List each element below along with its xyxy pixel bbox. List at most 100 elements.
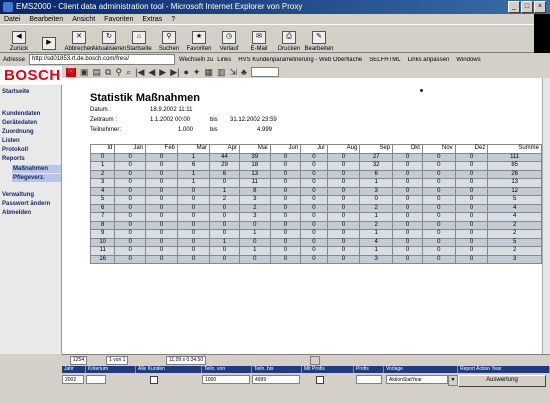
print-report-icon[interactable]: ▤ — [93, 67, 102, 78]
last-page-icon[interactable]: ▶| — [170, 67, 179, 78]
chevron-down-icon[interactable]: ▼ — [448, 375, 458, 386]
profis-input[interactable] — [356, 375, 382, 384]
sidebar-item-geraetedaten[interactable]: Geräte­daten — [2, 120, 37, 126]
table-cell: 0 — [209, 212, 240, 222]
print-button[interactable]: ⎙ Drucken — [274, 26, 304, 52]
sidebar-item-kundendaten[interactable]: Kundendaten — [2, 111, 40, 117]
table-cell: 0 — [145, 237, 179, 247]
table-cell: 0 — [421, 220, 456, 230]
table-cell: 0 — [300, 246, 328, 256]
page-field[interactable] — [250, 67, 279, 77]
home-icon: ⌂ — [132, 31, 146, 44]
filter-header-kriterium: Kriterium — [86, 366, 136, 373]
table-cell: 5 — [487, 195, 542, 205]
menu-item-help[interactable]: ? — [171, 16, 175, 23]
favorites-button[interactable]: ★ Favoriten — [184, 26, 214, 52]
mail-button[interactable]: ✉ E-Mail — [244, 26, 274, 52]
table-cell: 0 — [454, 229, 489, 239]
sidebar-item-abmelden[interactable]: Abmelden — [2, 210, 31, 216]
menu-item-extras[interactable]: Extras — [142, 16, 162, 23]
find-icon[interactable]: ⌕ — [126, 67, 131, 78]
edit-button[interactable]: ✎ Bearbeiten — [304, 26, 334, 52]
sidebar-item-passwort[interactable]: Passwort ändern — [2, 201, 50, 207]
table-cell: 6 — [209, 169, 240, 179]
table-cell: 0 — [454, 254, 489, 264]
table-cell: 0 — [421, 212, 456, 222]
kriterium-input[interactable] — [86, 375, 106, 384]
table-cell: 0 — [177, 254, 211, 264]
vertical-scrollbar[interactable] — [542, 78, 550, 354]
group-tree-icon[interactable]: ▥ — [217, 67, 226, 78]
copy-icon[interactable]: ⧉ — [105, 67, 111, 78]
table-cell: 0 — [392, 178, 423, 188]
menu-item-bearbeiten[interactable]: Bearbeiten — [29, 16, 63, 23]
go-button[interactable]: Wechseln zu — [179, 57, 213, 63]
home-button[interactable]: ⌂ Startseite — [124, 26, 154, 52]
next-page-icon[interactable]: ▶ — [159, 67, 166, 78]
alle-kunden-checkbox[interactable] — [150, 376, 158, 384]
sidebar-subitem-massnahmen[interactable]: Maßnahmen — [12, 165, 61, 173]
sidebar-item-listen[interactable]: Listen — [2, 138, 20, 144]
refresh-button[interactable]: ↻ Aktualisieren — [92, 26, 126, 52]
vorlage-select[interactable]: AktionStatYear — [386, 375, 448, 384]
table-cell: 0 — [145, 152, 179, 162]
table-body: 0 0 0 1 44 39 0 0 0 27 0 0 0 111 1 0 0 6 29 18 0 0 0 32 0 0 0 85 2 0 0… — [89, 152, 542, 264]
table-cell: 0 — [209, 220, 240, 230]
minimize-button[interactable]: _ — [508, 1, 520, 13]
back-button[interactable]: ◀ Zurück — [4, 26, 34, 52]
table-cell: 0 — [300, 152, 328, 162]
sidebar-item-zuordnung[interactable]: Zuordnung — [2, 129, 34, 135]
table-row: 80000000020002 — [89, 220, 542, 230]
sidebar-subitem-pflegeverz[interactable]: Pflegeverz. — [12, 174, 61, 182]
refresh-report-icon[interactable]: ✦ — [193, 67, 201, 78]
forward-button[interactable]: ▶ — [34, 26, 64, 52]
link-selfhtml[interactable]: SELFHTML — [369, 57, 400, 63]
first-page-icon[interactable]: |◀ — [135, 67, 144, 78]
sidebar-item-verwaltung[interactable]: Verwaltung — [2, 192, 34, 198]
menu-item-favoriten[interactable]: Favoriten — [104, 16, 133, 23]
table-cell: 1 — [177, 178, 211, 188]
search-text-icon[interactable]: ♣ — [241, 67, 247, 77]
table-cell: 0 — [421, 237, 456, 247]
sidebar-item-protokoll[interactable]: Protokoll — [2, 147, 28, 153]
close-button[interactable]: × — [534, 1, 546, 13]
stop-button[interactable]: ✕ Abbrechen — [64, 26, 94, 52]
history-button[interactable]: ◷ Verlauf — [214, 26, 244, 52]
search-button[interactable]: ⚲ Suchen — [154, 26, 184, 52]
save-icon[interactable]: ▣ — [80, 67, 89, 78]
table-cell: 0 — [114, 186, 147, 196]
zoom-icon[interactable]: ⚲ — [115, 67, 122, 78]
table-cell: 0 — [421, 246, 456, 256]
address-input[interactable]: http://sd01853.rt.de.bosch.com/fresi/ — [29, 54, 176, 65]
table-cell: 0 — [114, 152, 147, 162]
menu-item-ansicht[interactable]: Ansicht — [72, 16, 95, 23]
horizontal-scroll-thumb[interactable] — [310, 356, 320, 365]
sidebar-item-startseite[interactable]: Startseite — [2, 89, 29, 95]
jahr-input[interactable]: 2002 — [62, 375, 84, 384]
mit-profis-checkbox[interactable] — [316, 376, 324, 384]
maximize-button[interactable]: □ — [521, 1, 533, 13]
layout-icon[interactable]: ▦ — [204, 67, 213, 78]
export-icon[interactable]: ⓘ — [66, 67, 76, 77]
table-cell: 11 — [89, 246, 116, 256]
table-cell: 4 — [487, 212, 542, 222]
auswertung-button[interactable]: Auswertung — [458, 375, 546, 387]
teiln-bis-input[interactable]: 4999 — [252, 375, 300, 384]
table-cell: 2 — [359, 220, 394, 230]
table-cell: 1 — [238, 229, 271, 239]
sidebar-item-reports[interactable]: Reports — [2, 156, 25, 162]
prev-page-icon[interactable]: ◀ — [148, 67, 155, 78]
link-windows[interactable]: Windows — [456, 57, 480, 63]
stop-report-icon[interactable]: ● — [183, 67, 188, 77]
link-links-anpassen[interactable]: Links anpassen — [408, 57, 450, 63]
menu-item-datei[interactable]: Datei — [4, 16, 20, 23]
table-cell: 0 — [114, 161, 147, 171]
export-report-icon[interactable]: ⇲ — [230, 67, 238, 78]
table-cell: 0 — [209, 178, 240, 188]
table-cell: 1 — [177, 152, 211, 162]
table-cell: 0 — [114, 195, 147, 205]
teiln-von-input[interactable]: 1000 — [202, 375, 250, 384]
link-hvs[interactable]: HVS Kundenparametrierung - Web Oberfläch… — [238, 57, 362, 63]
column-header: Id — [89, 144, 116, 154]
table-cell: 0 — [300, 229, 328, 239]
